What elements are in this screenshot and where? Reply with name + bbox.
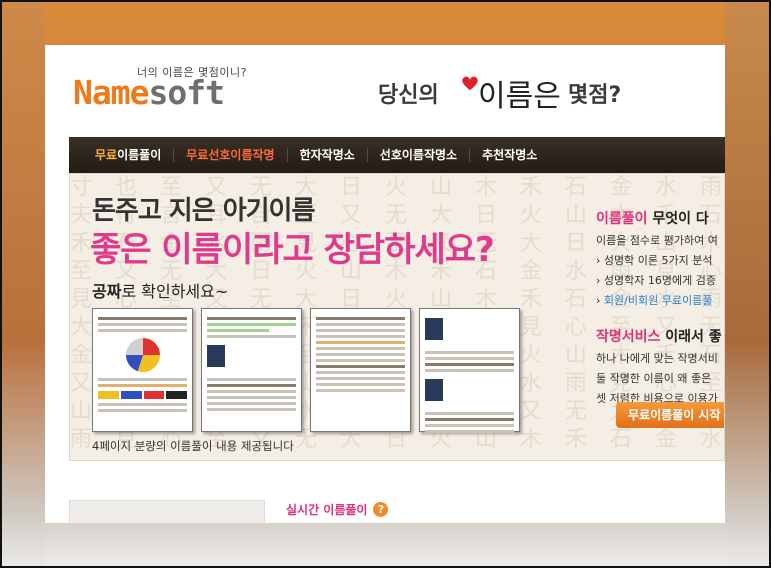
background-left (0, 0, 45, 568)
check-rest: 로 확인하세요~ (121, 282, 229, 301)
slogan-left: 당신의 (378, 83, 439, 108)
nav-item-recommended-naming[interactable]: 추천작명소 (470, 148, 549, 162)
nav-item-name-analysis[interactable]: 무료이름풀이 (83, 148, 175, 162)
logo-name: Name (73, 73, 149, 112)
nav-item-preferred-naming[interactable]: 선호이름작명소 (368, 148, 471, 162)
free-analysis-link[interactable]: 회원/비회원 무료이름풀 (604, 294, 712, 307)
info-line: 둘 작명한 이름이 왜 좋은 (596, 372, 712, 385)
nav-item-label: 무료선호이름작명 (186, 148, 275, 162)
help-icon[interactable]: ? (373, 502, 389, 517)
hero-banner: 寸 也 至 又 无 大 日 火 山 木 禾 石 金 水 雨 見 心 至 又 无 … (69, 173, 725, 461)
background-right (725, 0, 771, 568)
login-box (69, 500, 265, 523)
report-page-thumbnail[interactable] (310, 308, 411, 432)
check-prompt: 공짜로 확인하세요~ (92, 278, 228, 302)
nav-item-hanja-naming[interactable]: 한자작명소 (288, 148, 368, 162)
info-line: › 성명학 이론 5가지 분석 (596, 254, 713, 267)
pie-chart-icon (125, 338, 160, 372)
nav-item-label: 선호이름작명소 (379, 148, 458, 162)
live-analysis-title: 실시간 이름풀이 (286, 503, 368, 517)
info-line: › 성명학자 16명에게 검증 (596, 274, 716, 287)
report-page-thumbnail[interactable] (201, 308, 302, 432)
info-line: 하나 나에게 맞는 작명서비 (596, 352, 718, 365)
thumbnail-caption: 4페이지 분량의 이름풀이 내용 제공됩니다 (92, 439, 294, 453)
slogan-highlight: 이름은 (478, 79, 561, 114)
info-title-name-analysis: 이름풀이 무엇이 다 (596, 211, 709, 227)
nav-item-free-naming[interactable]: 무료선호이름작명 (174, 148, 288, 162)
headline-secondary: 좋은 이름이라고 장담하세요? (90, 230, 495, 270)
nav-item-label: 한자작명소 (299, 148, 355, 162)
start-free-analysis-button[interactable]: 무료이름풀이 시작 (616, 402, 724, 428)
nav-item-accent: 무료 (95, 148, 118, 162)
info-line: 이름을 점수로 평가하여 여 (596, 234, 718, 247)
info-title-naming-service: 작명서비스 이래서 좋 (596, 329, 722, 345)
report-page-thumbnail[interactable] (419, 308, 520, 433)
book-icon (425, 318, 443, 340)
logo-soft: soft (148, 73, 224, 112)
heart-icon (462, 76, 478, 91)
info-panel: 이름풀이 무엇이 다 이름을 점수로 평가하여 여 › 성명학 이론 5가지 분… (596, 208, 724, 406)
main-nav: 무료이름풀이 무료선호이름작명 한자작명소 선호이름작명소 추천작명소 (69, 137, 725, 173)
info-line-link: › 회원/비회원 무료이름풀 (596, 294, 713, 307)
nav-item-label: 추천작명소 (482, 148, 538, 162)
logo[interactable]: Namesoft (73, 73, 225, 112)
book-icon (425, 379, 443, 401)
webpage: 너의 이름은 몇점이니? Namesoft 당신의 이름은 몇점? 무료이름풀이… (45, 45, 725, 523)
live-analysis-heading: 실시간 이름풀이 ? (286, 501, 389, 518)
report-page-thumbnail[interactable] (92, 308, 193, 432)
nav-item-label: 이름풀이 (117, 148, 162, 162)
slogan-right: 몇점? (568, 83, 622, 108)
check-bold: 공짜 (92, 282, 122, 301)
book-icon (207, 345, 225, 367)
